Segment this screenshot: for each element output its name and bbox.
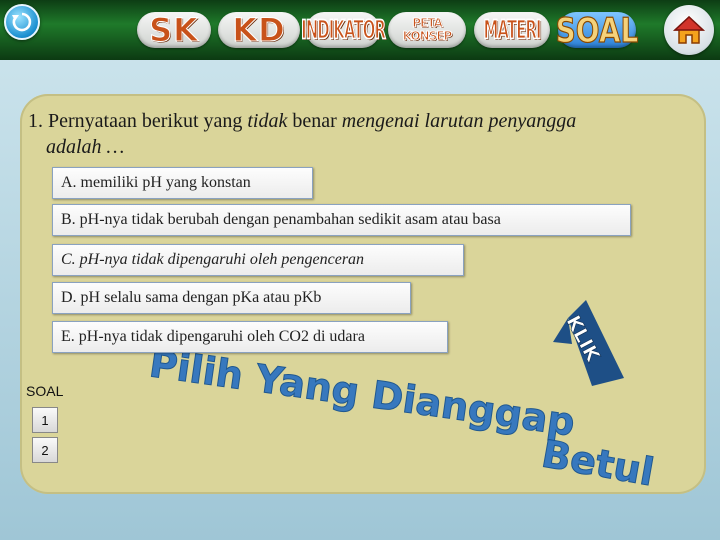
soal-2-button[interactable]: 2 <box>32 437 58 463</box>
back-button[interactable] <box>4 4 40 40</box>
soal-1-button[interactable]: 1 <box>32 407 58 433</box>
nav-konsep-label: KONSEP <box>402 29 453 43</box>
back-arrow-icon <box>12 12 32 32</box>
home-button[interactable] <box>664 5 714 55</box>
nav-sk-button[interactable]: SK <box>137 11 211 50</box>
nav-peta-konsep-label: PETA KONSEP <box>402 16 453 43</box>
nav-peta-konsep-button[interactable]: PETA KONSEP <box>388 12 466 48</box>
nav-soal-button[interactable]: SOAL <box>555 10 639 51</box>
question-panel: Pilih Yang Dianggap Betul 1. Pernyataan … <box>20 94 706 494</box>
nav-kd-label: KD <box>232 11 286 50</box>
nav-soal-label: SOAL <box>555 10 639 51</box>
home-icon <box>673 15 705 44</box>
soal-nav-label: SOAL <box>26 383 64 399</box>
nav-indikator-label: INDIKATOR <box>301 14 387 46</box>
klik-arrow-icon: KLIK <box>553 300 624 386</box>
nav-sk-label: SK <box>149 11 199 50</box>
nav-materi-label: MATERI <box>483 14 542 46</box>
nav-kd-button[interactable]: KD <box>218 11 300 50</box>
nav-indikator-button[interactable]: INDIKATOR <box>301 12 386 48</box>
top-nav-bar: SK KD INDIKATOR PETA KONSEP MATERI SOAL <box>0 0 720 60</box>
nav-materi-button[interactable]: MATERI <box>474 12 550 48</box>
